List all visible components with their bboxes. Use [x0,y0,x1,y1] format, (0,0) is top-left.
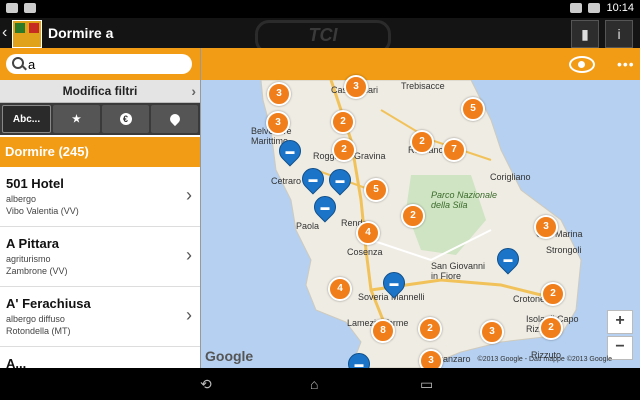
cluster-marker[interactable]: 3 [534,215,558,239]
place-label: Cetraro [271,176,302,186]
overflow-menu-icon[interactable]: ••• [617,56,635,72]
euro-icon: € [119,113,132,125]
notification-icon [6,3,18,13]
search-icon [12,57,24,69]
section-header: Dormire (245) [0,137,200,167]
notification-icon [24,3,36,13]
edit-filters-button[interactable]: Modifica filtri › [0,80,200,103]
tab-alphabetical[interactable]: Abc... [2,105,51,133]
bed-icon: ▬ [285,146,295,156]
navigation-bar: ⟲ ⌂ ▭ [0,368,640,400]
place-label: Paola [296,221,320,231]
eye-icon[interactable] [569,56,595,73]
search-input[interactable] [28,56,188,72]
search-bar [0,48,200,80]
clock: 10:14 [606,2,634,14]
chevron-right-icon: › [186,305,192,325]
cluster-marker[interactable]: 8 [371,319,395,343]
cluster-marker[interactable]: 7 [442,138,466,162]
cluster-marker[interactable]: 3 [419,349,443,368]
cluster-marker[interactable]: 3 [344,75,368,99]
home-icon[interactable]: ⌂ [310,376,318,392]
status-bar: 10:14 [0,0,640,18]
map-view[interactable]: ••• Castrovillari Trebisacce Belvedere M… [201,48,640,368]
pin-icon [167,111,182,127]
tab-price[interactable]: € [102,105,149,133]
sidebar: Modifica filtri › Abc... ★ € Dormire (24… [0,48,201,368]
place-label: Trebisacce [401,81,445,91]
tab-distance[interactable] [151,105,198,133]
place-label: Cosenza [347,247,383,257]
action-bar: ‹ Dormire a TCI ▮ i [0,18,640,54]
list-item[interactable]: A Pittara agriturismo Zambrone (VV) › [0,227,200,287]
wifi-icon [570,3,583,13]
place-label: San Giovanni in Fiore [431,261,486,281]
bed-icon: ▬ [389,278,399,288]
edit-filters-label: Modifica filtri [62,84,138,98]
list-item[interactable]: A... [0,347,200,368]
cluster-marker[interactable]: 2 [332,138,356,162]
place-label: Parco Nazionale della Sila [431,190,498,210]
cluster-marker[interactable]: 5 [364,178,388,202]
cluster-marker[interactable]: 2 [541,282,565,306]
chevron-right-icon: › [186,245,192,265]
chevron-right-icon: › [191,83,196,99]
cluster-marker[interactable]: 4 [356,221,380,245]
cluster-marker[interactable]: 2 [418,317,442,341]
back-icon[interactable]: ‹ [2,24,7,42]
bookmarks-button[interactable]: ▮ [571,20,599,48]
app-logo[interactable] [12,20,42,48]
map-toolbar: ••• [201,48,640,80]
cluster-marker[interactable]: 2 [331,110,355,134]
google-logo: Google [205,348,254,364]
bed-icon: ▬ [503,254,513,264]
search-box[interactable] [6,54,192,74]
star-icon: ★ [72,113,81,125]
cluster-marker[interactable]: 3 [266,111,290,135]
cluster-marker[interactable]: 4 [328,277,352,301]
zoom-in-button[interactable]: + [607,310,633,334]
battery-icon [588,3,601,13]
chevron-right-icon: › [186,185,192,205]
cluster-marker[interactable]: 2 [410,130,434,154]
place-label: Corigliano [490,172,531,182]
cluster-marker[interactable]: 3 [267,82,291,106]
cluster-marker[interactable]: 3 [480,320,504,344]
list-item[interactable]: A' Ferachiusa albergo diffuso Rotondella… [0,287,200,347]
bed-icon: ▬ [335,175,345,185]
cluster-marker[interactable]: 5 [461,97,485,121]
page-title: Dormire a [48,25,114,41]
bed-icon: ▬ [354,359,364,368]
cluster-marker[interactable]: 2 [401,204,425,228]
info-button[interactable]: i [605,20,633,48]
sort-tabs: Abc... ★ € [0,103,200,135]
list-item[interactable]: 501 Hotel albergo Vibo Valentia (VV) › [0,167,200,227]
back-nav-icon[interactable]: ⟲ [200,376,212,393]
map-copyright: ©2013 Google - Dati mappe ©2013 Google [477,356,612,363]
tab-rating[interactable]: ★ [53,105,100,133]
place-label: Strongoli [546,245,582,255]
bed-icon: ▬ [320,202,330,212]
bed-icon: ▬ [308,174,318,184]
recent-apps-icon[interactable]: ▭ [420,376,433,393]
cluster-marker[interactable]: 2 [539,316,563,340]
